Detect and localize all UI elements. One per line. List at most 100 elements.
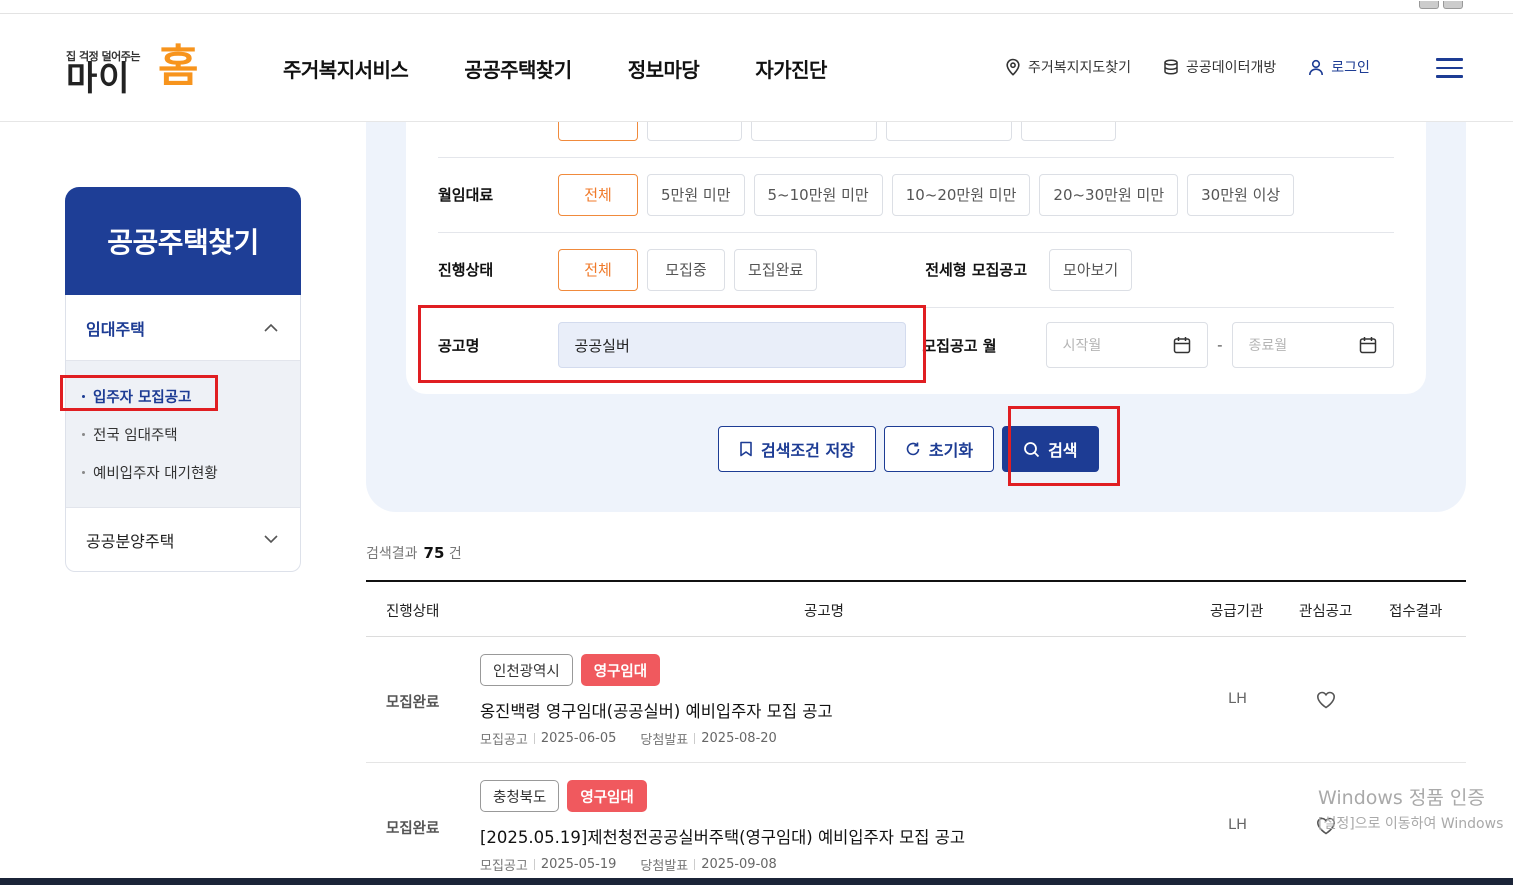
login-link[interactable]: 로그인 <box>1308 57 1370 77</box>
sidebar-item-label: 입주자 모집공고 <box>93 389 192 406</box>
rent-filter-row: 월임대료 전체 5만원 미만 5~10만원 미만 10~20만원 미만 20~3… <box>438 157 1394 233</box>
rent-chip-10to20[interactable]: 10~20만원 미만 <box>891 173 1031 216</box>
type-tag: 영구임대 <box>567 780 647 812</box>
taskbar-strip <box>0 878 1513 885</box>
sidebar-section-rental-label: 임대주택 <box>86 319 145 339</box>
sidebar-section-sale-label: 공공분양주택 <box>86 531 175 551</box>
nav-housing-welfare[interactable]: 주거복지서비스 <box>283 54 409 83</box>
save-criteria-button[interactable]: 검색조건 저장 <box>718 426 876 472</box>
result-count-label: 검색결과 <box>366 546 418 562</box>
sidebar-item-national-rental[interactable]: 전국 임대주택 <box>82 415 300 453</box>
region-tag: 인천광역시 <box>480 654 573 686</box>
search-icon <box>1024 441 1040 457</box>
sidebar-section-sale[interactable]: 공공분양주택 <box>66 507 300 571</box>
meta-posted-label: 모집공고 <box>480 859 528 874</box>
result-count-number: 75 <box>423 544 445 562</box>
col-title: 공고명 <box>804 604 845 620</box>
row-title-link[interactable]: [2025.05.19]제천청전공공실버주택(영구임대) 예비입주자 모집 공고 <box>480 824 965 848</box>
row-status: 모집완료 <box>386 821 440 837</box>
start-month-input[interactable]: 시작월 <box>1045 322 1209 368</box>
calendar-icon <box>1173 337 1191 354</box>
refresh-icon <box>906 442 920 456</box>
rent-label: 월임대료 <box>438 186 494 204</box>
heart-icon[interactable] <box>1316 691 1336 709</box>
meta-announce-label: 당첨발표 <box>640 859 689 874</box>
search-buttons: 검색조건 저장 초기화 검색 <box>718 426 1099 472</box>
nav-info[interactable]: 정보마당 <box>628 54 700 83</box>
meta-announce-date: 2025-09-08 <box>701 857 777 872</box>
database-icon <box>1164 59 1178 75</box>
region-tag: 충청북도 <box>480 780 560 812</box>
jeonse-label: 전세형 모집공고 <box>925 261 1028 279</box>
welfare-map-label: 주거복지지도찾기 <box>1028 60 1132 76</box>
save-criteria-label: 검색조건 저장 <box>761 441 855 460</box>
col-org: 공급기관 <box>1210 604 1264 620</box>
logo-main-text: 마이 <box>66 59 131 99</box>
user-icon <box>1309 59 1324 75</box>
search-button[interactable]: 검색 <box>1002 426 1099 472</box>
status-filter-row: 진행상태 전체 모집중 모집완료 전세형 모집공고 모아보기 <box>438 232 1394 308</box>
rent-chip-5to10[interactable]: 5~10만원 미만 <box>753 173 883 216</box>
site-header: 집 걱정 덜어주는 마이 홈 주거복지서비스 공공주택찾기 정보마당 자가진단 … <box>0 14 1513 122</box>
meta-posted-date: 2025-05-19 <box>540 857 617 872</box>
col-favorite: 관심공고 <box>1299 604 1353 620</box>
sidebar-title: 공공주택찾기 <box>65 187 301 295</box>
table-row[interactable]: 모집완료 충청북도 영구임대 [2025.05.19]제천청전공공실버주택(영구… <box>366 763 1466 889</box>
results-table-header: 진행상태 공고명 공급기관 관심공고 접수결과 <box>366 580 1466 637</box>
chevron-up-icon <box>264 323 278 332</box>
windows-activation-watermark: Windows 정품 인증 [설정]으로 이동하여 Windows <box>1318 783 1503 833</box>
result-count: 검색결과 75 건 <box>366 543 462 563</box>
notice-name-input[interactable]: 공공실버 <box>557 322 907 368</box>
sidebar: 공공주택찾기 임대주택 입주자 모집공고 전국 임대주택 예비입주자 대기현황 … <box>65 187 301 572</box>
open-data-label: 공공데이터개방 <box>1186 60 1277 76</box>
row-org: LH <box>1228 817 1247 833</box>
nav-self-diagnosis[interactable]: 자가진단 <box>755 54 827 83</box>
reset-button[interactable]: 초기화 <box>883 426 995 472</box>
nav-public-housing[interactable]: 공공주택찾기 <box>464 54 572 83</box>
calendar-icon <box>1359 337 1377 354</box>
bookmark-icon <box>740 441 752 457</box>
rent-chip-20to30[interactable]: 20~30만원 미만 <box>1039 173 1179 216</box>
main-nav: 주거복지서비스 공공주택찾기 정보마당 자가진단 <box>283 54 827 83</box>
rent-chip-all[interactable]: 전체 <box>558 173 638 216</box>
status-chip-closed[interactable]: 모집완료 <box>734 248 818 291</box>
meta-announce-label: 당첨발표 <box>640 733 689 748</box>
sidebar-section-rental[interactable]: 임대주택 <box>66 295 300 361</box>
month-label: 모집공고 월 <box>922 336 997 355</box>
sidebar-item-waitlist[interactable]: 예비입주자 대기현황 <box>82 453 300 491</box>
chevron-down-icon <box>264 535 278 544</box>
sidebar-item-label: 예비입주자 대기현황 <box>93 465 218 482</box>
row-title-link[interactable]: 옹진백령 영구임대(공공실버) 예비입주자 모집 공고 <box>480 698 833 722</box>
reset-label: 초기화 <box>928 441 974 460</box>
hamburger-menu-icon[interactable] <box>1436 58 1463 78</box>
sidebar-item-label: 전국 임대주택 <box>93 427 178 444</box>
col-status: 진행상태 <box>386 604 440 620</box>
utility-links: 주거복지지도찾기 공공데이터개방 로그인 <box>1005 57 1370 77</box>
welfare-map-link[interactable]: 주거복지지도찾기 <box>1005 57 1131 77</box>
rent-chip-over30[interactable]: 30만원 이상 <box>1187 173 1295 216</box>
meta-posted-date: 2025-06-05 <box>540 731 617 746</box>
site-logo[interactable]: 집 걱정 덜어주는 마이 홈 <box>66 42 198 98</box>
start-month-placeholder: 시작월 <box>1062 338 1102 354</box>
date-range-dash: - <box>1217 336 1223 354</box>
sidebar-item-recruitment-notice[interactable]: 입주자 모집공고 <box>82 377 300 415</box>
result-count-unit: 건 <box>448 546 462 562</box>
logo-accent-text: 홈 <box>158 41 199 92</box>
rent-chip-under5[interactable]: 5만원 미만 <box>647 173 745 216</box>
meta-posted-label: 모집공고 <box>480 733 528 748</box>
map-pin-icon <box>1006 58 1020 76</box>
status-chip-open[interactable]: 모집중 <box>647 248 725 291</box>
watermark-line2: [설정]으로 이동하여 Windows <box>1318 816 1504 832</box>
meta-announce-date: 2025-08-20 <box>701 731 777 746</box>
row-status: 모집완료 <box>386 695 440 711</box>
login-label: 로그인 <box>1331 60 1370 76</box>
table-row[interactable]: 모집완료 인천광역시 영구임대 옹진백령 영구임대(공공실버) 예비입주자 모집… <box>366 637 1466 763</box>
jeonse-view-button[interactable]: 모아보기 <box>1049 248 1133 291</box>
end-month-placeholder: 종료월 <box>1248 338 1288 354</box>
search-label: 검색 <box>1048 441 1078 460</box>
end-month-input[interactable]: 종료월 <box>1231 322 1394 368</box>
browser-top-strip <box>0 0 1513 14</box>
status-chip-all[interactable]: 전체 <box>558 248 638 291</box>
open-data-link[interactable]: 공공데이터개방 <box>1163 57 1276 77</box>
col-result: 접수결과 <box>1389 604 1443 620</box>
